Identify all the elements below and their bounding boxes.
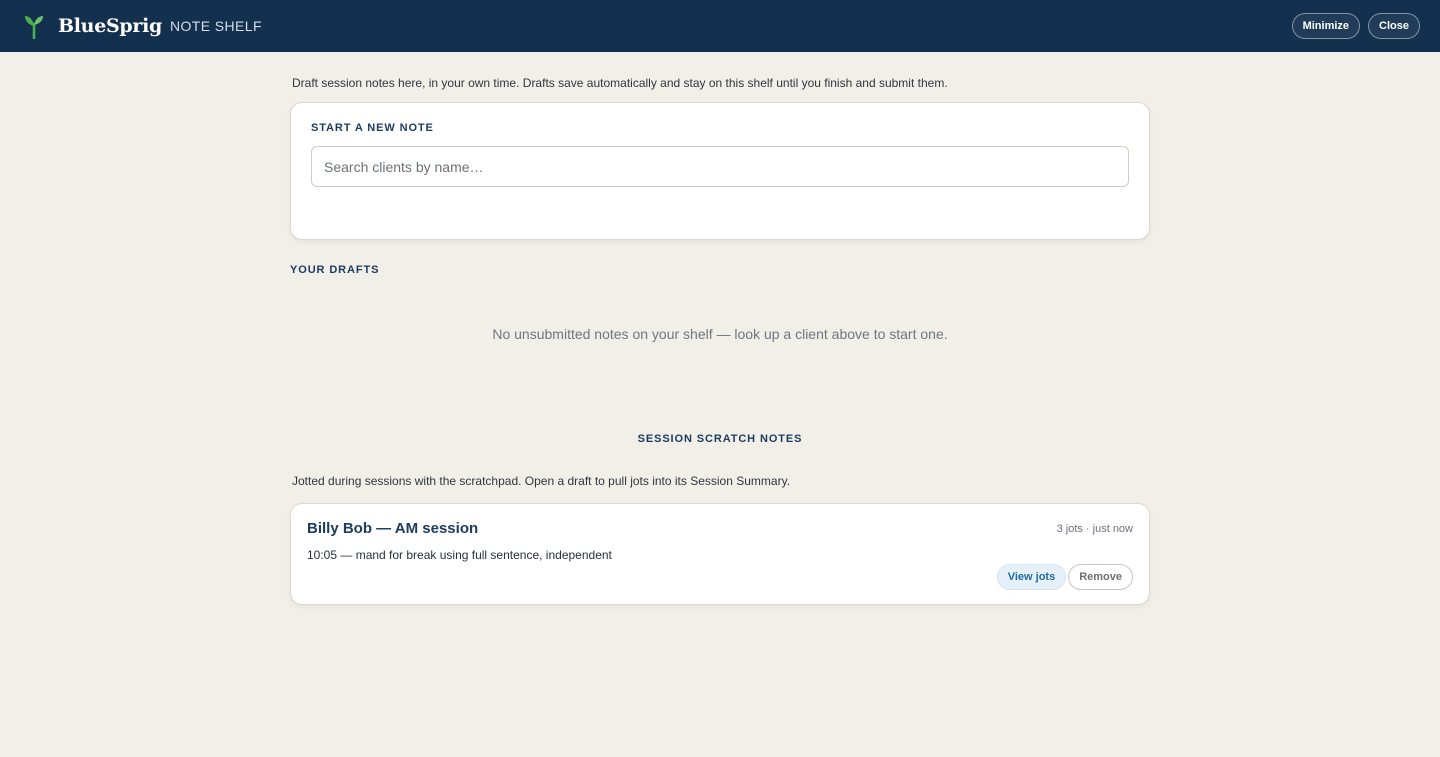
minimize-button[interactable]: Minimize	[1291, 13, 1361, 39]
view-jots-button[interactable]: View jots	[996, 564, 1067, 590]
new-note-card: START A NEW NOTE	[290, 102, 1150, 240]
drafts-empty-message: No unsubmitted notes on your shelf — loo…	[492, 326, 948, 342]
new-note-heading: START A NEW NOTE	[311, 122, 434, 134]
main-content: Draft session notes here, in your own ti…	[290, 76, 1150, 605]
intro-text: Draft session notes here, in your own ti…	[292, 76, 948, 90]
scratch-note-preview: 10:05 — mand for break using full senten…	[307, 548, 612, 562]
scratch-note-card: Billy Bob — AM session 3 jots · just now…	[290, 503, 1150, 605]
app-header: BlueSprig NOTE SHELF Minimize Close	[0, 0, 1440, 52]
scratch-description: Jotted during sessions with the scratchp…	[292, 474, 791, 488]
scratch-note-title: Billy Bob — AM session	[307, 520, 479, 537]
drafts-heading: YOUR DRAFTS	[290, 264, 380, 276]
scratch-heading: SESSION SCRATCH NOTES	[637, 433, 803, 445]
remove-button[interactable]: Remove	[1068, 564, 1133, 590]
scratch-note-actions: View jots Remove	[996, 564, 1133, 590]
app-subtitle: NOTE SHELF	[170, 18, 262, 34]
sprout-icon	[24, 13, 44, 40]
window-actions: Minimize Close	[1291, 13, 1420, 39]
scratch-note-meta: 3 jots · just now	[1056, 523, 1133, 535]
close-button[interactable]: Close	[1368, 13, 1420, 39]
brand: BlueSprig NOTE SHELF	[24, 13, 262, 40]
client-search-input[interactable]	[311, 146, 1129, 187]
brand-name: BlueSprig	[58, 15, 162, 37]
